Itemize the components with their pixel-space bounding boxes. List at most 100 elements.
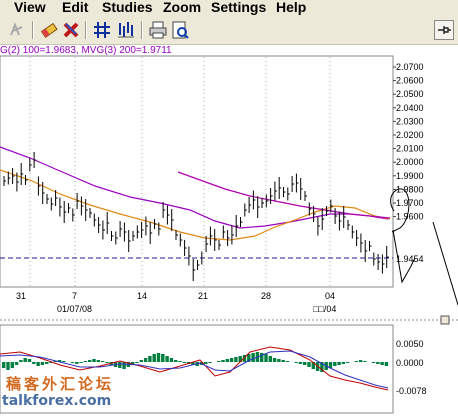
histogram-bar [234, 357, 238, 362]
toolbar [0, 16, 458, 45]
histogram-bar [45, 362, 49, 364]
histogram-bar [148, 356, 152, 362]
histogram-bar [152, 354, 156, 362]
histogram-bar [225, 359, 229, 362]
histogram-bar [178, 361, 182, 362]
price-tick: 2.0400 [396, 103, 424, 113]
histogram-bar [281, 360, 285, 362]
histogram-bar [169, 358, 174, 362]
annotation-line [432, 221, 458, 306]
histogram-bar [2, 362, 6, 368]
price-current-label: 1.9454 [396, 254, 424, 264]
print-preview-icon[interactable] [169, 19, 191, 41]
menu-view[interactable]: View [14, 0, 46, 15]
price-tick: 2.0100 [396, 144, 424, 154]
histogram-bar [6, 362, 10, 370]
histogram-bar [208, 362, 212, 363]
studies-icon[interactable] [115, 19, 137, 41]
delete-icon[interactable] [60, 19, 82, 41]
histogram-bar [204, 362, 208, 364]
eraser-icon[interactable] [38, 19, 60, 41]
histogram-bar [333, 362, 337, 366]
price-tick: 1.9800 [396, 184, 424, 194]
lock-icon[interactable] [6, 19, 28, 41]
histogram-bar [363, 361, 367, 362]
menu-help[interactable]: Help [276, 0, 306, 15]
histogram-bar [307, 362, 311, 367]
histogram-bar [36, 362, 40, 366]
toolbar-separator [85, 21, 87, 39]
price-tick: 2.0300 [396, 116, 424, 126]
menu-studies[interactable]: Studies [102, 0, 153, 15]
histogram-bar [96, 360, 100, 362]
histogram-bar [79, 362, 83, 363]
price-axis: 2.0700 2.0600 2.0500 2.0400 2.0300 2.0200 2.01… [393, 62, 424, 222]
histogram-bar [32, 362, 36, 364]
histogram-bar [272, 358, 277, 362]
histogram-bar [10, 362, 14, 368]
histogram-bar [277, 359, 281, 362]
price-tick: 1.9700 [396, 198, 424, 208]
price-tick: 1.9600 [396, 212, 424, 222]
macd-tick: 0.0000 [396, 358, 424, 368]
histogram-bar [118, 362, 122, 368]
histogram-bar [62, 361, 66, 362]
histogram-bar [384, 362, 389, 366]
histogram-bar [105, 362, 109, 363]
crosshair-icon[interactable] [91, 19, 113, 41]
macd-tick: 0.0050 [396, 339, 424, 349]
pin-icon[interactable] [434, 20, 454, 40]
histogram-bar [268, 356, 272, 362]
histogram-bar [100, 361, 105, 362]
histogram-bar [40, 362, 45, 365]
price-tick: 1.9900 [396, 171, 424, 181]
date-tick: 21 [198, 291, 208, 301]
histogram-bar [27, 359, 32, 362]
histogram-bar [346, 362, 350, 363]
histogram-bar [143, 358, 148, 362]
chart-area[interactable]: 2.0700 2.0600 2.0500 2.0400 2.0300 2.0200 2.01… [0, 45, 458, 418]
menu-zoom[interactable]: Zoom [163, 0, 201, 15]
histogram-bar [376, 362, 380, 364]
toolbar-separator [141, 21, 143, 39]
menu-edit[interactable]: Edit [62, 0, 88, 15]
date-tick: 31 [16, 291, 26, 301]
histogram-bar [380, 362, 384, 365]
price-tick: 2.0500 [396, 89, 424, 99]
month-label: □□/04 [313, 304, 336, 314]
menu-settings[interactable]: Settings [211, 0, 266, 15]
histogram-bar [358, 360, 363, 362]
histogram-bar [217, 361, 221, 362]
histogram-bar [182, 362, 186, 363]
histogram-bar [135, 362, 139, 363]
close-panel-icon[interactable] [440, 315, 450, 325]
menu-bar: View Edit Studies Zoom Settings Help [0, 0, 458, 16]
date-tick: 04 [325, 291, 335, 301]
histogram-bar [23, 358, 27, 362]
histogram-bar [294, 362, 298, 363]
price-chart: 2.0700 2.0600 2.0500 2.0400 2.0300 2.0200 2.01… [0, 55, 458, 414]
price-panel [0, 55, 394, 288]
price-tick: 2.0200 [396, 130, 424, 140]
histogram-bar [264, 354, 268, 362]
macd-axis: 0.0050 0.0000 -0.0078 [396, 339, 427, 396]
watermark-text: 稿客外汇论坛 [6, 375, 115, 393]
histogram-bar [303, 362, 307, 365]
price-tick: 2.0600 [396, 76, 424, 86]
histogram-bar [92, 359, 96, 362]
histogram-bar [165, 356, 169, 362]
date-tick: 28 [261, 291, 271, 301]
price-tick: 2.0700 [396, 62, 424, 72]
histogram-bar [298, 362, 303, 364]
print-icon[interactable] [147, 19, 169, 41]
histogram-bar [156, 353, 161, 362]
histogram-bar [70, 362, 75, 363]
toolbar-separator [32, 21, 34, 39]
date-axis: 31 7 14 21 28 04 01/07/08 □□/04 [16, 291, 336, 314]
histogram-bar [221, 360, 225, 362]
date-tick: 7 [72, 291, 77, 301]
histogram-bar [88, 360, 92, 362]
macd-tick: -0.0078 [396, 386, 427, 396]
histogram-bar [19, 360, 23, 362]
histogram-bar [341, 362, 346, 364]
